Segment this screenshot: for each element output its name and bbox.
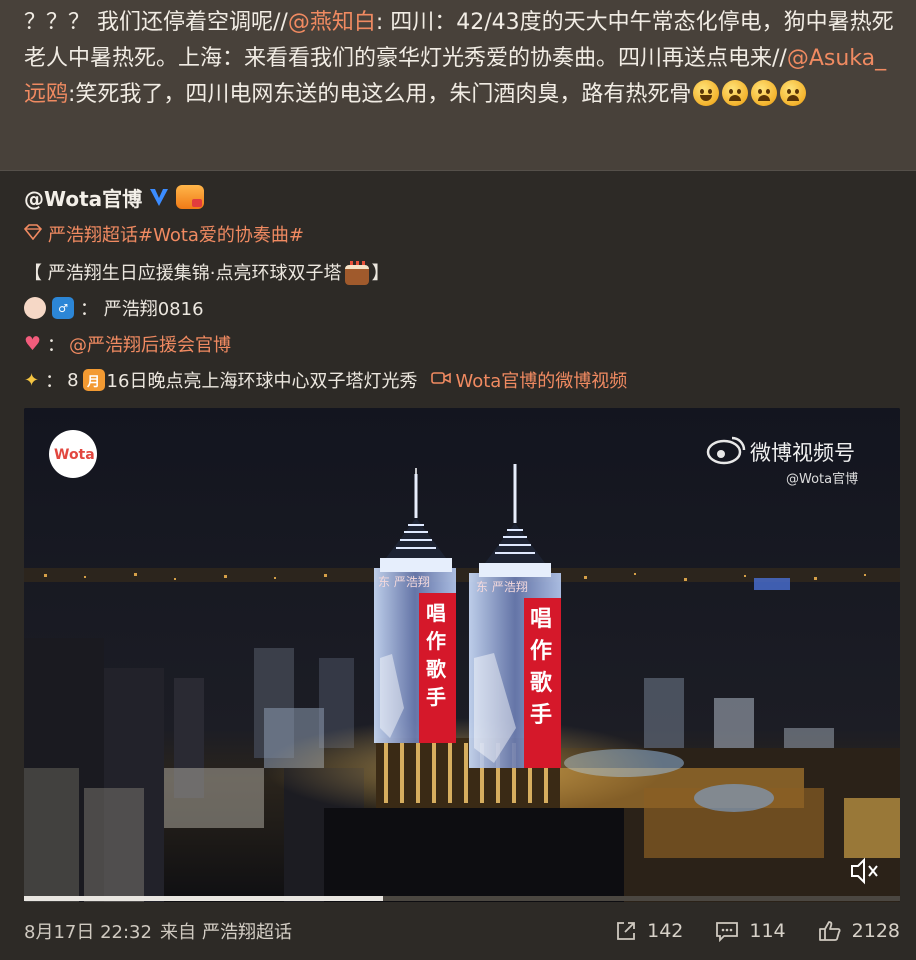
event-line: ✦ ： 8 月 16日晚点亮上海环球中心双子塔灯光秀 Wota官博的微博视频 xyxy=(24,364,627,396)
support-line: ♥ ： @严浩翔后援会官博 xyxy=(24,328,231,360)
video-player[interactable]: 东 严浩翔 唱 作 歌 手 东 严浩翔 唱 作 歌 手 Wota 微博视频号 @… xyxy=(24,408,900,902)
tower-char: 歌 xyxy=(530,670,553,696)
tower-char: 唱 xyxy=(426,601,446,625)
calendar-icon: 月 xyxy=(82,369,105,391)
mention-link[interactable]: @严浩翔后援会官博 xyxy=(69,331,231,357)
repost-text-part: ？？？ 我们还停着空调呢// xyxy=(24,10,288,35)
source-link[interactable]: 严浩翔超话 xyxy=(202,918,292,944)
cry-emoji-icon xyxy=(751,80,778,106)
male-sign-icon: ♂ xyxy=(52,297,74,319)
video-progress-fill xyxy=(24,896,384,901)
tower-char: 歌 xyxy=(426,657,447,681)
star-name: ： 严浩翔0816 xyxy=(80,299,204,320)
video-link[interactable]: Wota官博的微博视频 xyxy=(455,367,627,393)
thumbs-up-icon xyxy=(818,921,841,941)
title-line: 【 严浩翔生日应援集锦·点亮环球双子塔 】 xyxy=(24,256,389,288)
tower-char: 唱 xyxy=(530,607,552,632)
repost-count: 142 xyxy=(647,920,684,942)
share-icon xyxy=(617,922,636,940)
cry-emoji-icon xyxy=(780,80,807,106)
title-bracket: 】 xyxy=(371,263,390,284)
repost-button[interactable]: 142 xyxy=(615,920,683,942)
event-text: 16日晚点亮上海环球中心双子塔灯光秀 xyxy=(106,371,418,392)
tower-char: 作 xyxy=(530,639,552,664)
support-prefix: ： xyxy=(47,335,66,356)
watermark-title: 微博视频号 xyxy=(750,441,855,465)
sparkles-icon: ✦ xyxy=(24,369,40,391)
event-prefix: ： xyxy=(45,371,64,392)
repost-text-part: :笑死我了，四川电网东送的电这么用，朱门酒肉臭，路有热死骨 xyxy=(68,82,692,107)
like-count: 2128 xyxy=(851,920,900,942)
comment-button[interactable]: 114 xyxy=(715,920,786,942)
birthday-cake-icon xyxy=(343,259,371,285)
video-progress-bar[interactable] xyxy=(24,896,900,901)
tower-char: 作 xyxy=(426,629,446,653)
username-link[interactable]: @Wota官博 xyxy=(24,183,142,212)
smile-emoji-icon xyxy=(693,80,720,106)
tower-char: 手 xyxy=(530,703,552,728)
baby-face-icon xyxy=(24,297,46,319)
comment-icon xyxy=(716,922,739,942)
cry-emoji-icon xyxy=(722,80,749,106)
wota-logo-text: Wota xyxy=(54,447,95,463)
verified-v-icon xyxy=(148,186,170,208)
topic-link[interactable]: 严浩翔超话#Wota爱的协奏曲# xyxy=(48,221,304,247)
tower-char: 手 xyxy=(426,685,446,709)
repost-quote: ？？？ 我们还停着空调呢//@燕知白: 四川：42/43度的天大中午常态化停电，… xyxy=(0,0,916,171)
source-prefix: 来自 xyxy=(159,922,196,943)
comment-count: 114 xyxy=(749,920,786,942)
repost-text: ？？？ 我们还停着空调呢//@燕知白: 四川：42/43度的天大中午常态化停电，… xyxy=(24,5,896,113)
diamond-icon xyxy=(23,223,43,245)
event-month-number: 8 xyxy=(67,369,79,391)
post-actions: 142 114 2128 xyxy=(615,914,900,948)
post-date[interactable]: 8月17日 22:32 xyxy=(24,918,152,944)
like-button[interactable]: 2128 xyxy=(818,920,900,942)
sparkling-heart-icon: ♥ xyxy=(24,333,42,355)
mention-link[interactable]: @燕知白 xyxy=(288,10,376,35)
topic-line[interactable]: 严浩翔超话#Wota爱的协奏曲# xyxy=(23,218,304,250)
watermark-user: @Wota官博 xyxy=(786,471,858,487)
post-header: @Wota官博 xyxy=(24,182,205,212)
post-footer: 8月17日 22:32 来自 严浩翔超话 142 114 2128 xyxy=(24,914,900,948)
tower-top-text-left: 东 严浩翔 xyxy=(378,575,430,589)
star-line: ♂ ： 严浩翔0816 xyxy=(24,292,204,324)
member-badge-icon[interactable] xyxy=(176,185,205,209)
video-camera-icon xyxy=(431,370,452,391)
title-text: 【 严浩翔生日应援集锦·点亮环球双子塔 xyxy=(24,263,342,284)
tower-top-text-right: 东 严浩翔 xyxy=(476,580,528,594)
